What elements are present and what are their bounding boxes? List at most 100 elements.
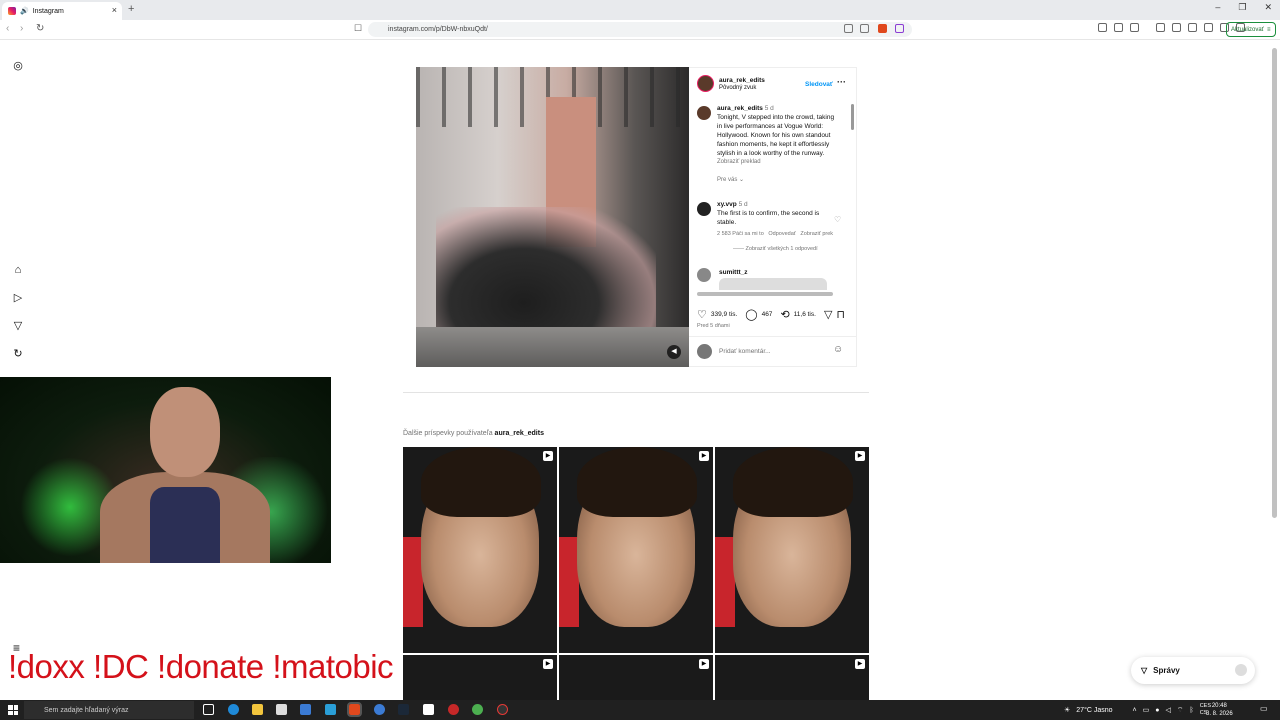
comments-list[interactable]: aura_rek_edits 5 d Tonight, V stepped in… [689,100,857,328]
view-replies-link[interactable]: —— Zobraziť všetkých 1 odpovedí [717,245,845,254]
app-icon[interactable] [374,704,385,715]
share-icon[interactable] [860,24,869,33]
minimize-icon[interactable]: – [1215,2,1220,13]
caption-username[interactable]: aura_rek_edits [717,105,763,112]
avatar[interactable] [697,75,714,92]
instagram-logo-icon[interactable]: ◎ [12,60,24,72]
reel-icon: ▶ [855,451,865,461]
wallet-icon[interactable] [1204,23,1213,32]
add-comment-input[interactable]: Pridať komentár... [719,347,771,356]
steam-icon[interactable] [398,704,409,715]
comment-icon[interactable]: ◯ [745,308,757,321]
clock[interactable]: 20:48 3. 8. 2026 [1206,702,1233,718]
task-view-icon[interactable] [203,704,214,715]
repost-icon[interactable]: ⟲ [780,308,789,321]
screenshot-icon[interactable] [1130,23,1139,32]
volume-icon[interactable]: ◁ [1166,706,1171,714]
brave-icon[interactable] [347,702,362,717]
for-you-filter[interactable]: Pre vás ⌄ [717,176,837,185]
tab-instagram[interactable]: 🔊 Instagram × [2,2,122,20]
app-icon[interactable] [300,704,311,715]
caption-text: Tonight, V stepped into the crowd, takin… [717,114,835,157]
wifi-icon[interactable]: ⌔ [1177,706,1184,715]
horizontal-scrollbar[interactable] [697,292,833,296]
translate-link[interactable]: Zobraziť preklad [717,158,837,167]
speaker-icon[interactable]: 🔊 [20,7,29,15]
grid-post[interactable]: ▶ [715,655,869,700]
restore-icon[interactable]: ❐ [1238,2,1246,13]
reels-icon[interactable]: ▷ [12,292,24,304]
post-actions: ♡ 339,9 tis. ◯ 467 ⟲ 11,6 tis. ▽ ⊓ [697,308,845,321]
comment-age: 5 d [738,201,748,208]
direct-send-icon[interactable]: ▽ [12,320,24,332]
store-icon[interactable] [276,704,287,715]
divider [403,392,869,393]
messages-button[interactable]: ▽ Správy [1131,657,1255,684]
share-icon[interactable]: ▽ [824,308,832,321]
grid-post[interactable]: ▶ [559,655,713,700]
grid-post[interactable]: ▶ [715,447,869,653]
app-icon[interactable] [448,704,459,715]
media-icon[interactable] [1156,23,1165,32]
update-button[interactable]: Aktualizovať ≡ [1226,22,1276,37]
reload-icon[interactable]: ↻ [36,23,44,34]
sidebar-icon[interactable] [1188,23,1197,32]
app-icon[interactable] [325,704,336,715]
bookmark-icon[interactable]: ☐ [354,23,362,34]
taskbar-search-input[interactable]: Sem zadajte hľadaný výraz [24,701,194,719]
post-audio[interactable]: Pôvodný zvuk [719,84,756,93]
notifications-icon[interactable]: ▭ [1260,704,1268,713]
heart-icon[interactable]: ♡ [834,215,841,224]
home-icon[interactable]: ⌂ [12,264,24,276]
bluetooth-icon[interactable]: ᛒ [1189,707,1193,714]
avatar[interactable] [697,202,711,216]
more-options-icon[interactable]: ··· [837,78,846,87]
extensions-icon[interactable] [1114,23,1123,32]
reel-icon: ▶ [543,659,553,669]
like-count[interactable]: 339,9 tis. [711,311,737,318]
grid-post[interactable]: ▶ [403,447,557,653]
grid-post[interactable]: ▶ [559,447,713,653]
avatar[interactable] [697,268,711,282]
audio-icon[interactable] [1098,23,1107,32]
edge-icon[interactable] [228,704,239,715]
translate-link[interactable]: Zobraziť prek [800,231,833,237]
caption-age: 5 d [764,105,774,112]
comment-likes[interactable]: 2 583 Páči sa mi to [717,231,764,237]
start-icon[interactable] [8,705,18,715]
comments-scrollbar[interactable] [851,104,854,130]
avatar[interactable] [697,106,711,120]
comment-text: The first is to confirm, the second is s… [717,210,820,226]
reader-icon[interactable] [844,24,853,33]
rewards-icon[interactable] [895,24,904,33]
grid-post[interactable]: ▶ [403,655,557,700]
page-scrollbar[interactable] [1272,48,1277,518]
new-tab-button[interactable]: + [128,3,134,15]
follow-button[interactable]: Sledovať [805,80,833,89]
mic-icon[interactable]: ● [1155,707,1159,714]
chrome-icon[interactable] [472,704,483,715]
more-posts-heading: Ďalšie príspevky používateľa aura_rek_ed… [403,430,544,437]
close-tab-icon[interactable]: × [112,5,117,15]
like-icon[interactable]: ♡ [697,308,707,321]
brave-shield-icon[interactable] [878,24,887,33]
emoji-icon[interactable]: ☺ [833,344,843,355]
close-window-icon[interactable]: ✕ [1264,2,1272,13]
forward-icon[interactable]: › [20,23,23,34]
mute-icon[interactable]: ◀ [667,345,681,359]
network-icon[interactable]: ▭ [1143,706,1150,714]
comment-username[interactable]: xy.vvp [717,201,737,208]
weather-text[interactable]: 27°C Jasno [1076,707,1112,714]
reply-link[interactable]: Odpovedať [768,231,795,237]
url-input[interactable]: instagram.com/p/DbW-nbxuQdt/ [368,22,912,37]
playlist-icon[interactable] [1172,23,1181,32]
file-explorer-icon[interactable] [252,704,263,715]
obs-icon[interactable] [497,704,508,715]
tray-chevron-icon[interactable]: ˄ [1133,707,1137,714]
app-icon[interactable] [423,704,434,715]
comment-username[interactable]: sumittt_z [719,268,748,277]
threads-icon[interactable]: ↻ [12,348,24,360]
post-video[interactable]: ◀ [416,67,689,367]
back-icon[interactable]: ‹ [6,23,9,34]
save-icon[interactable]: ⊓ [836,308,845,321]
